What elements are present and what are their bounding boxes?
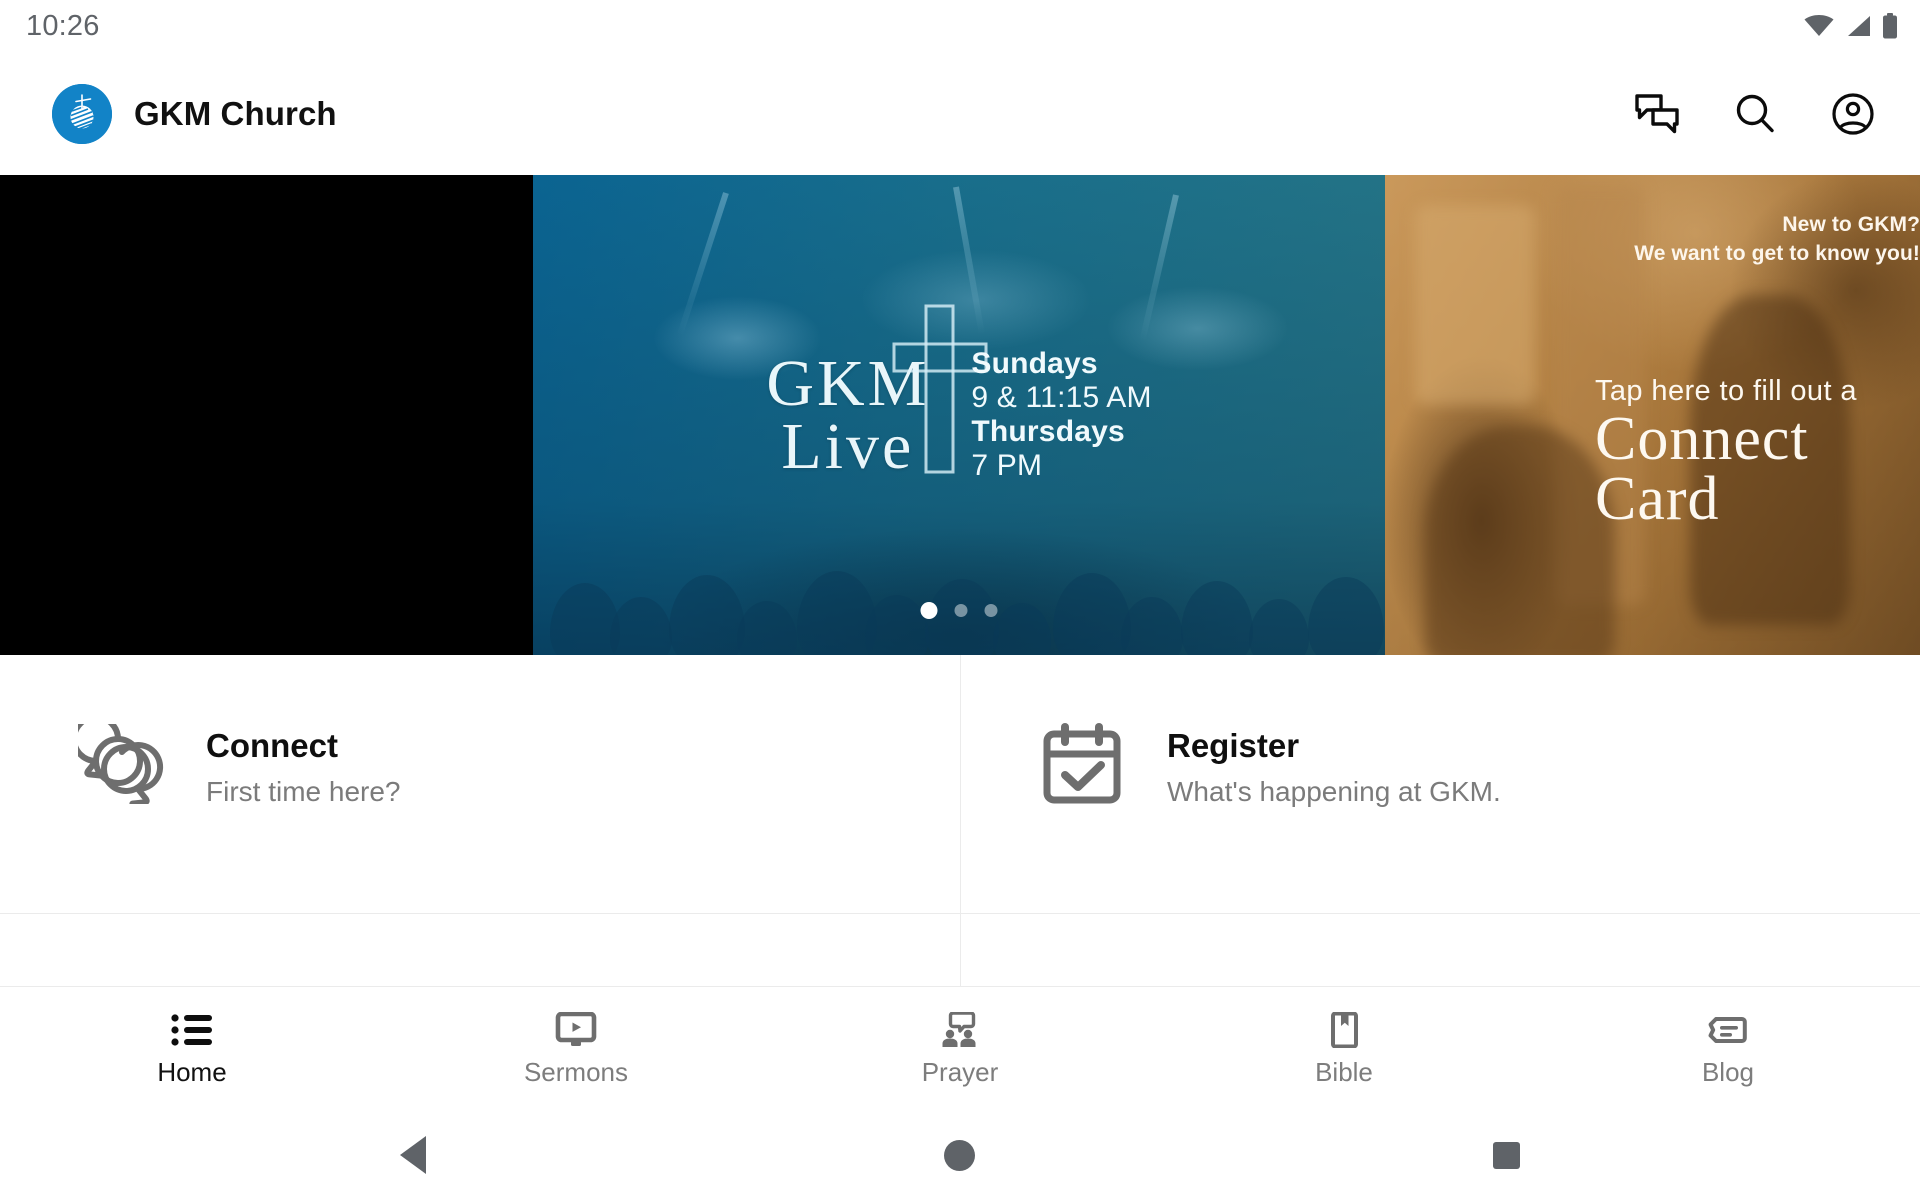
carousel-dot-2[interactable] (954, 604, 968, 617)
app-bar: GKM Church (0, 52, 1920, 175)
bottom-navigation: Home Sermons Prayer Bible Blog (0, 986, 1920, 1110)
nav-label-bible: Bible (1315, 1057, 1373, 1087)
nav-item-home[interactable]: Home (0, 1012, 384, 1085)
nav-item-sermons[interactable]: Sermons (384, 1012, 768, 1085)
connect-card-tap-line: Tap here to fill out a (1595, 375, 1857, 407)
status-icons (1804, 13, 1898, 39)
chat-icon[interactable] (1634, 91, 1680, 137)
quick-card-title: Register (1167, 727, 1300, 764)
gkm-globe-logo-icon (52, 83, 112, 144)
app-title: GKM Church (134, 95, 337, 132)
search-icon[interactable] (1732, 91, 1778, 137)
carousel-dot-3[interactable] (984, 604, 998, 617)
battery-icon (1882, 13, 1898, 39)
service-time-line: 7 PM (971, 449, 1043, 483)
nav-label-blog: Blog (1701, 1057, 1755, 1087)
connect-card-eyebrow: New to GKM? We want to get to know you! (1634, 211, 1920, 269)
connect-card-eyebrow-line1: New to GKM? (1782, 213, 1920, 236)
app-bar-actions (1634, 91, 1894, 137)
connect-card-headline: Tap here to fill out a Connect Card (1595, 375, 1857, 529)
quick-action-cards: Connect First time here? Register What's… (0, 655, 1920, 986)
recents-button[interactable] (1467, 1125, 1547, 1185)
carousel-dots (920, 602, 998, 619)
service-time-line: Sundays (971, 346, 1098, 380)
home-button[interactable] (920, 1125, 1000, 1185)
book-bookmark-icon (1323, 1012, 1365, 1048)
app-screen: 10:26 GKM Church GKM Live Sundays 9 & 11… (0, 0, 1920, 1200)
carousel-slide-blank[interactable] (0, 175, 533, 655)
wifi-icon (1804, 15, 1834, 37)
gkm-live-wordmark: GKM Live (766, 304, 988, 480)
service-time-line: Thursdays (971, 415, 1125, 448)
list-icon (171, 1012, 213, 1048)
quick-card-connect-text: Connect First time here? (206, 721, 401, 809)
nav-item-prayer[interactable]: Prayer (768, 1012, 1152, 1085)
cell-signal-icon (1845, 15, 1871, 37)
status-bar: 10:26 (0, 0, 1920, 52)
status-clock: 10:26 (26, 9, 100, 42)
chat-bubbles-icon (78, 721, 164, 807)
connect-card-eyebrow-line2: We want to get to know you! (1634, 241, 1920, 265)
account-icon[interactable] (1830, 91, 1876, 137)
carousel-slide-connect-card[interactable]: New to GKM? We want to get to know you! … (1385, 175, 1920, 655)
tv-play-icon (555, 1012, 597, 1048)
nav-label-prayer: Prayer (921, 1057, 999, 1087)
carousel-slide-gkm-live[interactable]: GKM Live Sundays 9 & 11:15 AM Thursdays … (533, 175, 1385, 655)
nav-label-sermons: Sermons (523, 1057, 629, 1087)
quick-card-subtitle: What's happening at GKM. (1167, 775, 1501, 807)
people-speech-icon (939, 1012, 981, 1048)
calendar-check-icon (1039, 721, 1125, 807)
message-lines-icon (1707, 1012, 1749, 1048)
quick-card-title: Connect (206, 727, 338, 764)
nav-item-blog[interactable]: Blog (1536, 1012, 1920, 1085)
quick-card-register[interactable]: Register What's happening at GKM. (960, 655, 1920, 986)
gkm-live-times: Sundays 9 & 11:15 AM Thursdays 7 PM (937, 347, 1151, 484)
back-button[interactable] (373, 1125, 453, 1185)
system-navigation-bar (0, 1110, 1920, 1200)
quick-card-register-text: Register What's happening at GKM. (1167, 721, 1501, 809)
connect-card-big-line2: Card (1595, 464, 1720, 533)
nav-label-home: Home (157, 1057, 227, 1087)
hero-carousel[interactable]: GKM Live Sundays 9 & 11:15 AM Thursdays … (0, 175, 1920, 655)
brand: GKM Church (52, 83, 337, 144)
nav-item-bible[interactable]: Bible (1152, 1012, 1536, 1085)
carousel-dot-1[interactable] (920, 602, 938, 619)
quick-card-subtitle: First time here? (206, 775, 401, 807)
quick-card-connect[interactable]: Connect First time here? (0, 655, 960, 986)
service-time-line: 9 & 11:15 AM (971, 380, 1152, 414)
connect-card-big-line1: Connect (1595, 405, 1809, 473)
